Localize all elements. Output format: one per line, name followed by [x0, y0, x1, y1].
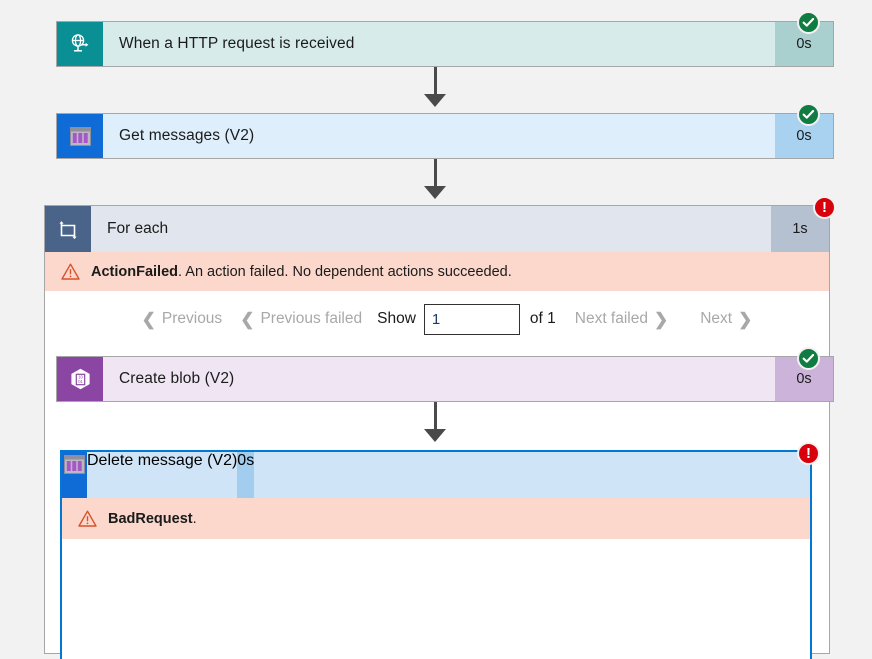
pager-show-label: Show — [371, 310, 424, 328]
delete-message-detail-area — [62, 539, 810, 659]
pager-previous-failed-label: Previous failed — [260, 310, 362, 328]
chevron-left-icon: ❮ — [240, 311, 254, 328]
pager-next-failed-label: Next failed — [575, 310, 648, 328]
pager-previous-failed-button[interactable]: ❮ Previous failed — [231, 310, 371, 328]
chevron-left-icon: ❮ — [142, 311, 156, 328]
status-badge-succeeded-get-messages — [797, 103, 820, 126]
pager-page-input[interactable] — [424, 304, 520, 335]
action-card-get-messages[interactable]: Get messages (V2) 0s — [56, 113, 834, 159]
connector-arrow-2 — [424, 186, 446, 199]
warning-triangle-icon — [78, 509, 97, 528]
action-duration-delete-message: 0s — [237, 452, 254, 498]
chevron-right-icon: ❯ — [738, 311, 752, 328]
action-title-create-blob: Create blob (V2) — [103, 357, 775, 401]
for-each-error-code: ActionFailed — [91, 264, 178, 280]
for-each-header[interactable]: For each 1s — [45, 206, 829, 252]
for-each-error-banner: ActionFailed. An action failed. No depen… — [45, 252, 829, 291]
action-title-get-messages: Get messages (V2) — [103, 114, 775, 158]
exclamation-glyph: ! — [806, 446, 811, 461]
warning-triangle-icon — [61, 262, 80, 281]
action-card-create-blob[interactable]: 10 01 Create blob (V2) 0s — [56, 356, 834, 402]
azure-queue-icon — [62, 452, 87, 498]
connector-arrow-1 — [424, 94, 446, 107]
delete-message-error-code: BadRequest — [108, 511, 193, 527]
pager-previous-label: Previous — [162, 310, 222, 328]
loop-icon — [45, 206, 91, 252]
logic-app-run-history-canvas: When a HTTP request is received 0s Get m… — [0, 0, 872, 659]
action-title-http-trigger: When a HTTP request is received — [103, 22, 775, 66]
action-title-delete-message: Delete message (V2) — [87, 452, 237, 498]
azure-blob-icon: 10 01 — [57, 357, 103, 401]
delete-message-error-message: . — [193, 511, 197, 527]
status-badge-succeeded-create-blob — [797, 347, 820, 370]
delete-message-error-banner: BadRequest. — [62, 498, 810, 539]
for-each-error-message: . An action failed. No dependent actions… — [178, 264, 512, 280]
connector-arrow-3 — [424, 429, 446, 442]
for-each-title: For each — [91, 206, 771, 252]
pager-next-failed-button[interactable]: Next failed ❯ — [566, 310, 677, 328]
azure-queue-icon — [57, 114, 103, 158]
status-badge-failed-delete-message: ! — [797, 442, 820, 465]
http-request-icon — [57, 22, 103, 66]
action-card-http-trigger[interactable]: When a HTTP request is received 0s — [56, 21, 834, 67]
chevron-right-icon: ❯ — [654, 311, 668, 328]
pager-next-button[interactable]: Next ❯ — [691, 310, 761, 328]
exclamation-glyph: ! — [822, 200, 827, 215]
status-badge-succeeded-http-trigger — [797, 11, 820, 34]
iteration-pager: ❮ Previous ❮ Previous failed Show of 1 N… — [45, 291, 829, 347]
action-card-delete-message[interactable]: Delete message (V2) 0s BadRequest. — [60, 450, 812, 659]
pager-next-label: Next — [700, 310, 732, 328]
pager-previous-button[interactable]: ❮ Previous — [133, 310, 232, 328]
svg-text:01: 01 — [78, 379, 83, 384]
pager-total-label: of 1 — [520, 310, 566, 328]
status-badge-failed-for-each: ! — [813, 196, 836, 219]
